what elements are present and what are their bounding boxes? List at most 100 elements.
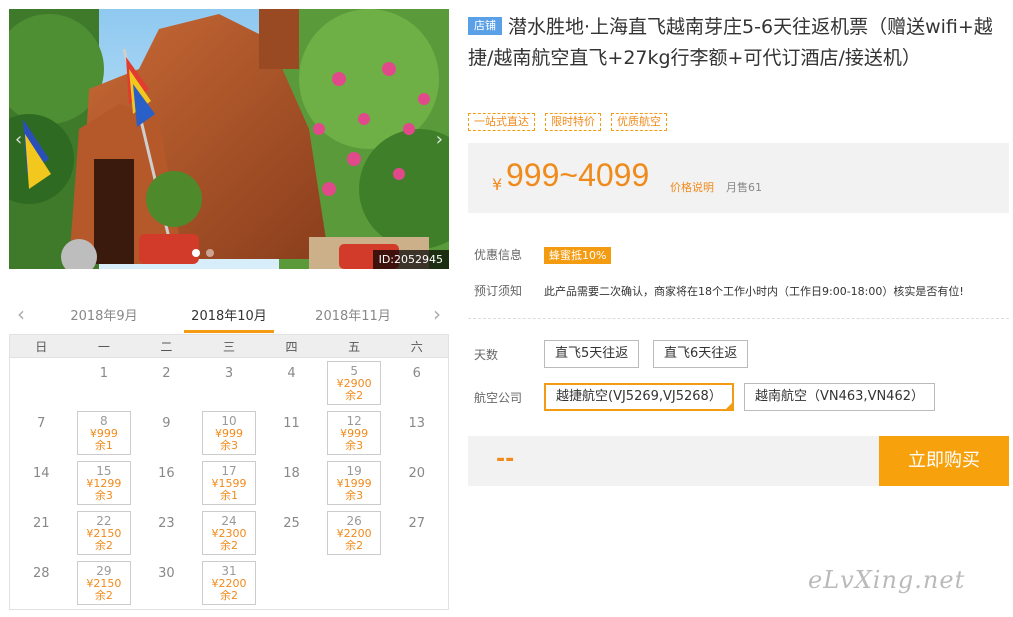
weekday-label: 五 bbox=[348, 340, 361, 354]
day-number: 14 bbox=[33, 466, 50, 481]
day-stock: 余1 bbox=[94, 439, 113, 452]
day-stock: 余2 bbox=[94, 589, 113, 602]
calendar-day: 13 bbox=[385, 408, 448, 458]
month-tab-current[interactable]: 2018年10月 bbox=[179, 305, 279, 324]
weekday-label: 一 bbox=[97, 340, 110, 354]
calendar-day: 23 bbox=[135, 508, 198, 558]
calendar-day: 6 bbox=[385, 358, 448, 408]
month-tab-prev[interactable]: 2018年9月 bbox=[54, 305, 154, 324]
day-number: 20 bbox=[408, 466, 425, 481]
calendar-day: 7 bbox=[10, 408, 73, 458]
shop-tag[interactable]: 店铺 bbox=[468, 17, 502, 35]
day-number: 13 bbox=[408, 416, 425, 431]
discount-badge: 蜂蜜抵10% bbox=[544, 247, 612, 264]
temple-photo bbox=[9, 9, 449, 269]
photo-prev-arrow[interactable]: ‹ bbox=[15, 129, 22, 150]
day-number: 10 bbox=[221, 414, 237, 428]
month-tab-next[interactable]: 2018年11月 bbox=[303, 305, 403, 324]
weekday-label: 四 bbox=[285, 340, 298, 354]
calendar-day: 27 bbox=[385, 508, 448, 558]
calendar-day: 30 bbox=[135, 558, 198, 608]
day-stock: 余3 bbox=[345, 489, 364, 502]
day-number: 16 bbox=[158, 466, 175, 481]
day-stock: 余2 bbox=[94, 539, 113, 552]
day-number: 23 bbox=[158, 516, 175, 531]
calendar-day: 20 bbox=[385, 458, 448, 508]
calendar-day: 2 bbox=[135, 358, 198, 408]
calendar-day: 25 bbox=[260, 508, 323, 558]
days-option-6[interactable]: 直飞6天往返 bbox=[653, 340, 749, 368]
calendar-day[interactable]: 8 ¥999 余1 bbox=[76, 411, 132, 455]
calendar-day[interactable]: 5 ¥2900 余2 bbox=[326, 361, 382, 405]
active-month-indicator bbox=[184, 330, 274, 333]
discount-label: 优惠信息 bbox=[474, 248, 523, 262]
airline-option-vietnam-airlines[interactable]: 越南航空（VN463,VN462） bbox=[744, 383, 935, 411]
next-month-arrow[interactable]: › bbox=[433, 302, 441, 326]
day-number: 9 bbox=[162, 416, 171, 431]
day-number: 29 bbox=[96, 564, 112, 578]
day-number: 4 bbox=[287, 366, 296, 381]
calendar-day: 1 bbox=[73, 358, 136, 408]
day-number: 27 bbox=[408, 516, 425, 531]
currency-symbol: ¥ bbox=[492, 175, 503, 194]
divider bbox=[468, 318, 1009, 319]
weekday-label: 日 bbox=[35, 340, 48, 354]
booking-label: 预订须知 bbox=[474, 284, 523, 298]
calendar-day[interactable]: 12 ¥999 余3 bbox=[326, 411, 382, 455]
calendar-day[interactable]: 26 ¥2200 余2 bbox=[326, 511, 382, 555]
calendar-day[interactable]: 19 ¥1999 余3 bbox=[326, 461, 382, 505]
calendar-day[interactable]: 15 ¥1299 余3 bbox=[76, 461, 132, 505]
day-number: 12 bbox=[346, 414, 362, 428]
calendar-day[interactable]: 22 ¥2150 余2 bbox=[76, 511, 132, 555]
calendar-day: 4 bbox=[260, 358, 323, 408]
day-stock: 余2 bbox=[219, 589, 238, 602]
feature-labels: 一站式直达 限时特价 优质航空 bbox=[468, 113, 667, 131]
airline-option-vietjet[interactable]: 越捷航空(VJ5269,VJ5268） bbox=[544, 383, 734, 411]
day-number: 5 bbox=[350, 364, 358, 378]
weekday-header: 日 一 二 三 四 五 六 bbox=[9, 334, 449, 358]
day-stock: 余1 bbox=[219, 489, 238, 502]
day-number: 7 bbox=[37, 416, 46, 431]
booking-row: 预订须知 此产品需要二次确认，商家将在18个工作小时内（工作日9:00-18:00… bbox=[474, 282, 964, 299]
buy-now-button[interactable]: 立即购买 bbox=[879, 436, 1009, 486]
weekday-label: 三 bbox=[222, 340, 235, 354]
calendar-day: 28 bbox=[10, 558, 73, 608]
calendar-day[interactable]: 31 ¥2200 余2 bbox=[201, 561, 257, 605]
calendar-day[interactable]: 29 ¥2150 余2 bbox=[76, 561, 132, 605]
day-number: 19 bbox=[346, 464, 362, 478]
calendar-grid: 1 2 3 4 5 ¥2900 余2 6 7 8 ¥999 余1 9 10 ¥999 余3 11 12 ¥999 余3… bbox=[9, 358, 449, 610]
days-label-row: 天数 bbox=[474, 346, 544, 363]
product-title: 店铺 潜水胜地·上海直飞越南芽庄5-6天往返机票（赠送wifi+越捷/越南航空直飞… bbox=[468, 12, 1008, 74]
photo-dot[interactable] bbox=[206, 249, 214, 257]
day-number: 15 bbox=[96, 464, 112, 478]
day-stock: 余3 bbox=[219, 439, 238, 452]
calendar-day: 21 bbox=[10, 508, 73, 558]
prev-month-arrow[interactable]: ‹ bbox=[17, 302, 25, 326]
price-box: ¥ 999~4099 价格说明 月售61 bbox=[468, 143, 1009, 213]
calendar-header: ‹ 2018年9月 2018年10月 2018年11月 › bbox=[9, 296, 449, 334]
day-stock: 余3 bbox=[94, 489, 113, 502]
discount-row: 优惠信息 蜂蜜抵10% bbox=[474, 246, 612, 264]
days-option-5[interactable]: 直飞5天往返 bbox=[544, 340, 640, 368]
product-photo[interactable]: ‹ › ID:2052945 bbox=[9, 9, 449, 269]
weekday-label: 二 bbox=[160, 340, 173, 354]
day-number: 25 bbox=[283, 516, 300, 531]
day-number: 2 bbox=[162, 366, 171, 381]
price-explain-link[interactable]: 价格说明 bbox=[670, 179, 714, 195]
day-number: 8 bbox=[100, 414, 108, 428]
feature-label: 限时特价 bbox=[545, 113, 601, 131]
day-number: 24 bbox=[221, 514, 237, 528]
photo-dot[interactable] bbox=[192, 249, 200, 257]
calendar-day: 18 bbox=[260, 458, 323, 508]
calendar-day[interactable]: 17 ¥1599 余1 bbox=[201, 461, 257, 505]
day-number: 6 bbox=[412, 366, 421, 381]
photo-next-arrow[interactable]: › bbox=[436, 129, 443, 150]
calendar-day: 14 bbox=[10, 458, 73, 508]
day-number: 30 bbox=[158, 566, 175, 581]
date-calendar: ‹ 2018年9月 2018年10月 2018年11月 › 日 一 二 三 四 … bbox=[9, 296, 449, 610]
calendar-day[interactable]: 10 ¥999 余3 bbox=[201, 411, 257, 455]
calendar-day[interactable]: 24 ¥2300 余2 bbox=[201, 511, 257, 555]
feature-label: 一站式直达 bbox=[468, 113, 535, 131]
photo-id-label: ID:2052945 bbox=[372, 250, 449, 269]
feature-label: 优质航空 bbox=[611, 113, 667, 131]
